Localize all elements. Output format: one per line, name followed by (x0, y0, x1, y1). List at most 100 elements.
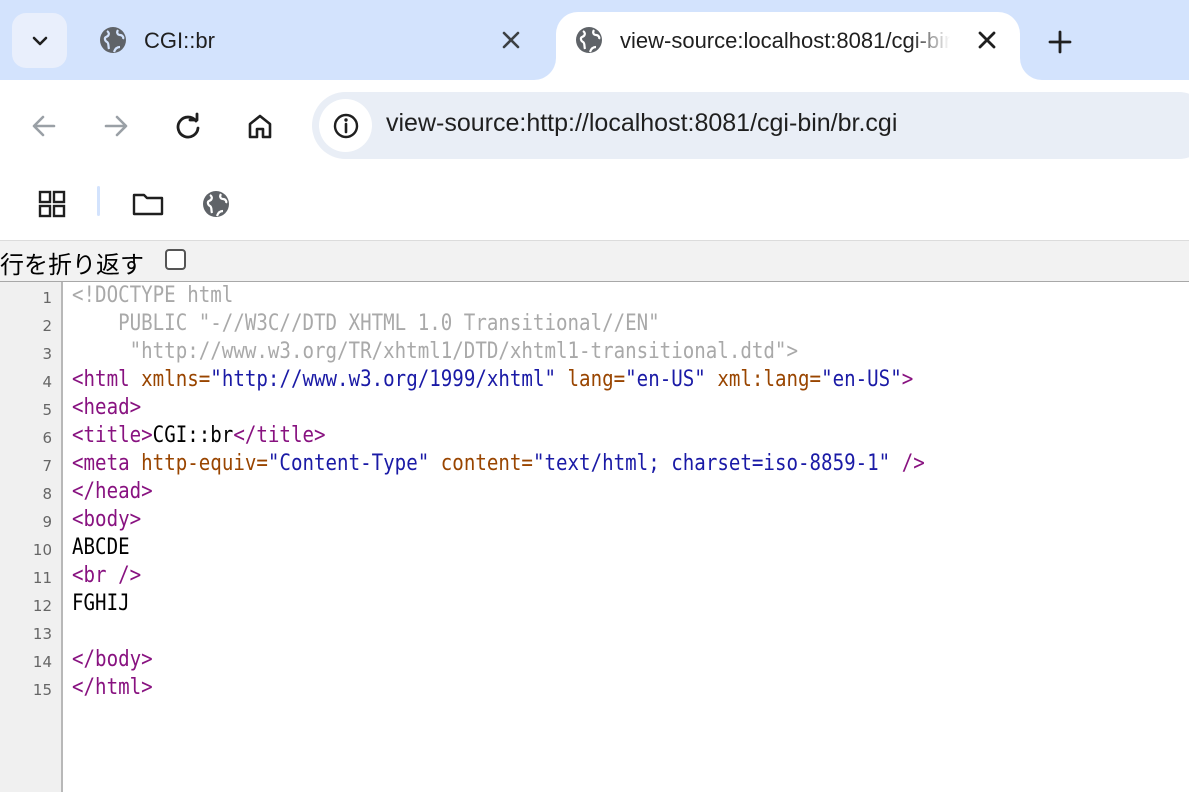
line-wrap-checkbox[interactable] (165, 249, 186, 270)
back-arrow-icon (32, 115, 56, 137)
line-number: 6 (42, 429, 52, 447)
home-button[interactable] (240, 106, 280, 146)
line-number: 11 (32, 569, 52, 587)
tab-title: view-source:localhost:8081/cgi-bin/br.cg… (620, 28, 950, 53)
line-code: <body> (72, 506, 141, 534)
code-token: > (901, 367, 914, 392)
url-text[interactable]: view-source:http://localhost:8081/cgi-bi… (386, 109, 897, 138)
line-code: <title>CGI::br</title> (72, 422, 326, 450)
tab-title: CGI::br (144, 28, 215, 53)
line-code: </head> (72, 478, 153, 506)
line-number: 7 (42, 457, 52, 475)
code-token: "Content-Type" (267, 451, 430, 476)
line-number: 12 (32, 597, 52, 615)
code-token: xml:lang= (717, 367, 822, 392)
apps-button[interactable] (32, 184, 72, 224)
back-button[interactable] (24, 106, 64, 146)
tab-curve (1020, 58, 1042, 80)
code-token: <html (72, 367, 142, 392)
code-token: content= (440, 451, 533, 476)
home-icon (248, 114, 272, 139)
source-line: 9 <body> (0, 506, 1189, 534)
address-bar[interactable]: view-source:http://localhost:8081/cgi-bi… (312, 92, 1189, 159)
code-token: http-equiv= (141, 451, 268, 476)
code-token: FGHIJ (72, 591, 130, 616)
code-token: <head> (72, 395, 142, 420)
bookmark-site[interactable] (196, 184, 236, 224)
line-number: 3 (42, 345, 52, 363)
reload-button[interactable] (168, 106, 208, 146)
line-number: 1 (42, 289, 52, 307)
code-token: <title> (72, 423, 153, 448)
new-tab-button[interactable] (1040, 22, 1080, 62)
line-number: 8 (42, 485, 52, 503)
close-icon[interactable] (498, 27, 524, 53)
source-line: 12 FGHIJ (0, 590, 1189, 618)
globe-icon (576, 27, 602, 53)
info-icon (333, 113, 358, 138)
chevron-down-icon (32, 36, 47, 45)
bookmark-folder[interactable] (128, 184, 168, 224)
code-token: </html> (72, 675, 153, 700)
line-code: <html xmlns="http://www.w3.org/1999/xhtm… (72, 366, 913, 394)
code-token: PUBLIC "-//W3C//DTD XHTML 1.0 Transition… (72, 311, 660, 336)
source-line: 14 </body> (0, 646, 1189, 674)
code-token: "en-US" (625, 367, 706, 392)
forward-arrow-icon (104, 115, 128, 137)
code-token: </head> (72, 479, 153, 504)
code-token: </title> (233, 423, 326, 448)
code-token: <br /> (72, 563, 142, 588)
line-number: 10 (32, 541, 52, 559)
code-token: </body> (72, 647, 153, 672)
source-line: 4 <html xmlns="http://www.w3.org/1999/xht… (0, 366, 1189, 394)
code-token: "text/html; charset=iso-8859-1" (532, 451, 891, 476)
plus-icon (1048, 30, 1072, 54)
code-token: <!DOCTYPE html (72, 283, 234, 308)
toolbar: view-source:http://localhost:8081/cgi-bi… (0, 80, 1189, 172)
line-code: PUBLIC "-//W3C//DTD XHTML 1.0 Transition… (72, 310, 660, 338)
line-number: 9 (42, 513, 52, 531)
line-code: FGHIJ (72, 590, 130, 618)
line-code: "http://www.w3.org/TR/xhtml1/DTD/xhtml1-… (72, 338, 798, 366)
reload-icon (176, 112, 200, 139)
globe-icon (203, 191, 229, 217)
tab-view-source[interactable]: view-source:localhost:8081/cgi-bin/br.cg… (556, 12, 1020, 80)
apps-grid-icon (38, 190, 66, 218)
site-info-button[interactable] (319, 99, 372, 152)
line-code: <head> (72, 394, 141, 422)
forward-button[interactable] (96, 106, 136, 146)
source-line: 3 "http://www.w3.org/TR/xhtml1/DTD/xhtml… (0, 338, 1189, 366)
tab-cgi-br[interactable]: CGI::br (80, 12, 550, 80)
code-token: <meta (72, 451, 142, 476)
source-line: 8 </head> (0, 478, 1189, 506)
source-line: 10 ABCDE (0, 534, 1189, 562)
source-line: 1 <!DOCTYPE html (0, 282, 1189, 310)
globe-icon (100, 27, 126, 53)
code-token: "http://www.w3.org/TR/xhtml1/DTD/xhtml1-… (72, 339, 798, 364)
code-token: <body> (72, 507, 142, 532)
tab-strip: CGI::br view-source:localhost:8081/cgi-b… (0, 0, 1189, 80)
bookmarks-bar (0, 172, 1189, 240)
close-icon[interactable] (974, 27, 1000, 53)
source-line: 11 <br /> (0, 562, 1189, 590)
source-view: 1 <!DOCTYPE html 2 PUBLIC "-//W3C//DTD XHT… (0, 282, 1189, 792)
line-number: 14 (32, 653, 52, 671)
source-line: 6 <title>CGI::br</title> (0, 422, 1189, 450)
line-number: 4 (42, 373, 52, 391)
code-token: /> (890, 451, 925, 476)
code-token: xmlns= (141, 367, 211, 392)
source-line: 7 <meta http-equiv="Content-Type" content… (0, 450, 1189, 478)
tab-search-button[interactable] (12, 13, 67, 68)
line-code: <!DOCTYPE html (72, 282, 233, 310)
line-wrap-label: 行を折り返す (0, 251, 144, 279)
line-number: 5 (42, 401, 52, 419)
line-number: 15 (32, 681, 52, 699)
line-code: <br /> (72, 562, 141, 590)
bookmarks-separator (97, 186, 100, 216)
code-token: ABCDE (72, 535, 130, 560)
source-line: 2 PUBLIC "-//W3C//DTD XHTML 1.0 Transiti… (0, 310, 1189, 338)
line-wrap-bar: 行を折り返す (0, 240, 1189, 282)
code-token: "http://www.w3.org/1999/xhtml" (210, 367, 557, 392)
